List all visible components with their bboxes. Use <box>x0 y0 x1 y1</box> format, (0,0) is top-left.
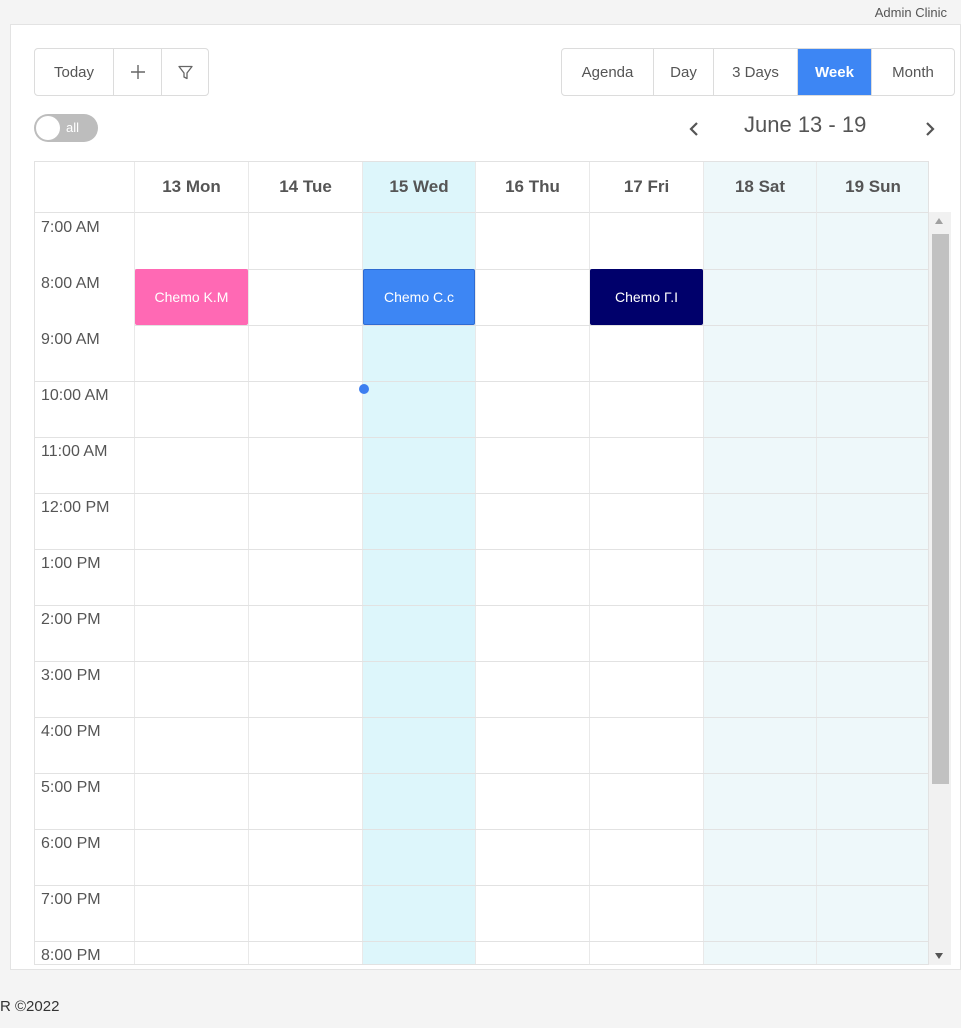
time-label: 2:00 PM <box>41 611 101 628</box>
time-label: 9:00 AM <box>41 331 100 348</box>
hour-divider <box>135 325 928 326</box>
event-chemo-km[interactable]: Chemo K.M <box>135 269 248 325</box>
event-chemo-gi[interactable]: Chemo Γ.Ι <box>590 269 703 325</box>
toggle-label: all <box>66 120 80 135</box>
time-label: 7:00 AM <box>41 219 100 236</box>
hour-divider <box>35 437 928 438</box>
time-label: 5:00 PM <box>41 779 101 796</box>
hour-divider <box>35 493 928 494</box>
scheduler-panel: Today Agenda Day 3 Days Week Month all J… <box>10 24 961 970</box>
top-bar: Admin Clinic <box>0 0 961 24</box>
hour-divider <box>35 661 928 662</box>
view-week-button[interactable]: Week <box>798 49 872 95</box>
hour-divider <box>35 773 928 774</box>
scroll-up-icon[interactable] <box>935 218 943 224</box>
day-header-sat[interactable]: 18 Sat <box>704 162 817 213</box>
user-label[interactable]: Admin Clinic <box>875 5 947 20</box>
footer: R ©2022 <box>0 982 961 1028</box>
day-header-thu[interactable]: 16 Thu <box>476 162 590 213</box>
time-header-cell <box>35 162 135 213</box>
time-label: 3:00 PM <box>41 667 101 684</box>
today-button[interactable]: Today <box>35 49 114 95</box>
scroll-down-icon[interactable] <box>935 953 943 959</box>
filter-button[interactable] <box>162 49 208 95</box>
time-label: 1:00 PM <box>41 555 101 572</box>
hour-divider <box>35 605 928 606</box>
copyright-text: R ©2022 <box>0 998 60 1015</box>
time-label: 12:00 PM <box>41 499 110 516</box>
time-label: 11:00 AM <box>41 443 108 460</box>
hour-divider <box>35 829 928 830</box>
day-header-wed[interactable]: 15 Wed <box>363 162 476 213</box>
hour-divider <box>135 269 928 270</box>
next-week-icon[interactable] <box>923 119 937 139</box>
day-header-sun[interactable]: 19 Sun <box>817 162 928 213</box>
day-header-mon[interactable]: 13 Mon <box>135 162 249 213</box>
event-chemo-cc[interactable]: Chemo C.c <box>363 269 475 325</box>
day-header-tue[interactable]: 14 Tue <box>249 162 363 213</box>
show-all-toggle[interactable]: all <box>34 114 98 142</box>
view-agenda-button[interactable]: Agenda <box>562 49 654 95</box>
view-month-button[interactable]: Month <box>872 49 954 95</box>
day-header-fri[interactable]: 17 Fri <box>590 162 704 213</box>
time-label: 6:00 PM <box>41 835 101 852</box>
hour-divider <box>35 885 928 886</box>
left-toolbar: Today <box>34 48 209 96</box>
hour-divider <box>35 381 928 382</box>
week-grid: 13 Mon 14 Tue 15 Wed 16 Thu 17 Fri 18 Sa… <box>34 161 929 965</box>
time-column: 7:00 AM 8:00 AM 9:00 AM 10:00 AM 11:00 A… <box>35 213 135 964</box>
toggle-knob <box>36 116 60 140</box>
current-time-indicator <box>359 384 369 394</box>
plus-icon <box>130 65 145 79</box>
hour-divider <box>35 941 928 942</box>
time-label: 8:00 AM <box>41 275 100 292</box>
time-label: 7:00 PM <box>41 891 101 908</box>
time-label: 10:00 AM <box>41 387 109 404</box>
filter-icon <box>177 65 193 79</box>
add-button[interactable] <box>114 49 162 95</box>
view-3days-button[interactable]: 3 Days <box>714 49 798 95</box>
prev-week-icon[interactable] <box>687 119 701 139</box>
hour-divider <box>35 549 928 550</box>
view-switcher: Agenda Day 3 Days Week Month <box>561 48 955 96</box>
date-range-label: June 13 - 19 <box>744 112 867 137</box>
hour-divider <box>35 717 928 718</box>
time-label: 4:00 PM <box>41 723 101 740</box>
vertical-scrollbar[interactable] <box>929 212 951 965</box>
scrollbar-thumb[interactable] <box>932 234 949 784</box>
time-label: 8:00 PM <box>41 947 101 964</box>
view-day-button[interactable]: Day <box>654 49 714 95</box>
